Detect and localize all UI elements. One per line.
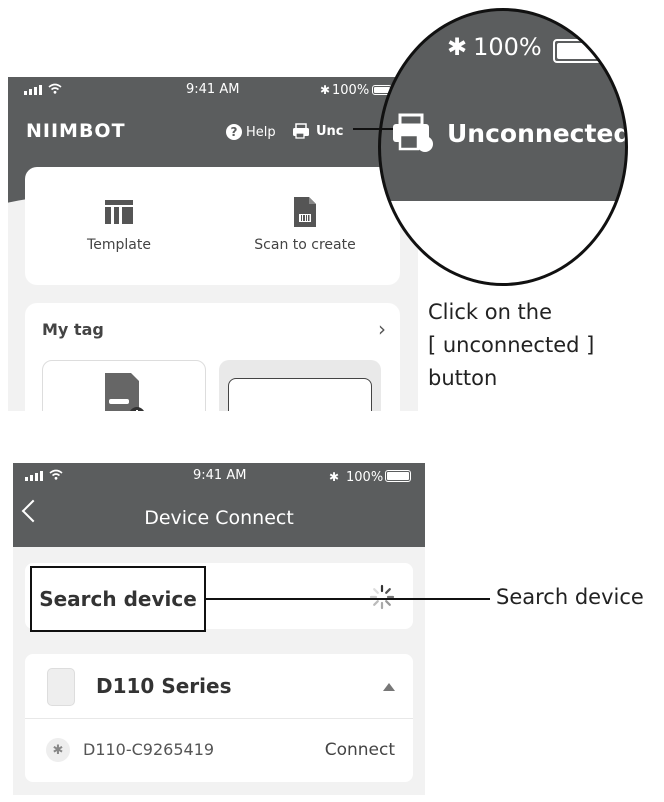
my-tag-card: My tag ›: [25, 303, 400, 411]
template-label: Template: [87, 237, 151, 253]
signal-icon: [25, 471, 43, 481]
scan-doc-icon: [294, 197, 316, 227]
search-device-label[interactable]: Search device: [30, 566, 206, 632]
help-label: Help: [246, 124, 276, 140]
printer-icon: [393, 113, 433, 152]
bluetooth-icon: ✱: [447, 33, 468, 61]
tag-warning-icon: [105, 373, 144, 411]
unconnected-button[interactable]: Unc: [292, 123, 344, 139]
chevron-right-icon[interactable]: ›: [378, 317, 386, 341]
status-time: 9:41 AM: [193, 468, 247, 483]
instruction-caption: Click on the [ unconnected ] button: [428, 296, 664, 395]
wifi-icon: [48, 83, 62, 94]
quick-actions-card: Template Scan to create: [25, 167, 400, 285]
unconnected-label: Unconnected: [447, 118, 628, 148]
template-button[interactable]: Template: [39, 197, 199, 253]
unconnected-button-zoomed[interactable]: Unconnected: [391, 113, 628, 153]
collapse-caret-icon[interactable]: [383, 683, 395, 691]
status-time: 9:41 AM: [186, 82, 240, 97]
callout-leader-line: [353, 128, 393, 130]
printer-icon: [293, 123, 309, 139]
status-battery-text: 100%: [346, 470, 384, 485]
unconnected-short-label: Unc: [316, 123, 344, 139]
wifi-icon: [49, 469, 63, 480]
label-preview: [228, 378, 372, 411]
status-battery-text: 100%: [332, 83, 370, 98]
scan-to-create-button[interactable]: Scan to create: [225, 197, 385, 253]
device-series-label: D110 Series: [96, 674, 232, 698]
device-name: D110-C9265419: [83, 740, 215, 759]
battery-icon: [553, 39, 603, 63]
my-tag-title: My tag: [42, 320, 104, 339]
connect-button[interactable]: Connect: [325, 740, 395, 760]
zoom-battery-text: 100%: [473, 33, 542, 61]
bluetooth-icon: ✱: [320, 83, 331, 97]
divider: [25, 718, 413, 719]
signal-icon: [24, 85, 42, 95]
brand-logo: NIIMBOT: [26, 120, 126, 142]
zoom-callout: ✱ 100% Unconnected: [378, 8, 628, 286]
bluetooth-icon: ✱: [329, 470, 340, 484]
template-icon: [105, 200, 133, 224]
caption-line1: Click on the: [428, 300, 553, 324]
loading-spinner-icon: [369, 584, 395, 610]
caption-line2: [ unconnected ] button: [428, 333, 595, 390]
help-button[interactable]: ? Help: [226, 124, 276, 140]
tag-item[interactable]: [42, 360, 206, 411]
printer-device-icon: [47, 668, 75, 706]
tag-item[interactable]: [219, 360, 381, 411]
help-icon: ?: [226, 124, 242, 140]
page-title: Device Connect: [144, 507, 294, 529]
device-list-card: D110 Series ✱ D110-C9265419 Connect: [25, 654, 413, 782]
zoom-status: ✱ 100%: [447, 33, 542, 61]
card-edge: [381, 201, 625, 283]
battery-icon: [385, 470, 411, 482]
bluetooth-icon: ✱: [46, 738, 70, 762]
scan-to-create-label: Scan to create: [254, 237, 356, 253]
callout-leader-line: [205, 598, 490, 600]
search-device-caption: Search device: [496, 585, 644, 609]
